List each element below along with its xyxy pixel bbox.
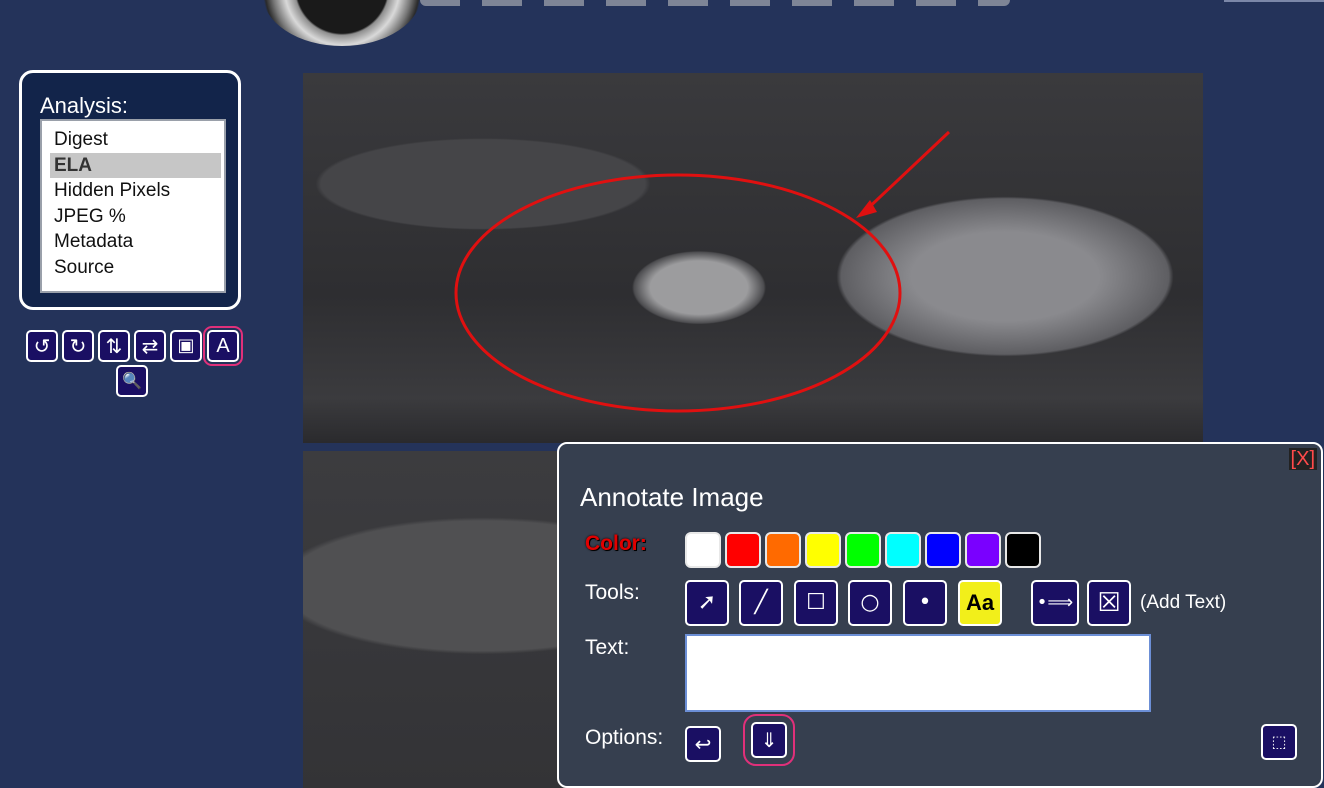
text-tool-button[interactable]: Aa [958, 580, 1002, 626]
dialog-title: Annotate Image [580, 482, 764, 512]
dot-tool-button[interactable]: • [903, 580, 947, 626]
color-swatch-red[interactable] [725, 532, 761, 568]
text-icon: Aa [965, 590, 995, 615]
delete-box-icon: ☒ [1097, 588, 1121, 618]
line-icon: ╱ [754, 590, 768, 615]
analysis-title: Analysis: [40, 93, 129, 118]
arrow-icon: ➚ [697, 590, 717, 615]
color-swatch-yellow[interactable] [805, 532, 841, 568]
flip-vertical-button[interactable]: ⇅ [98, 330, 130, 362]
analysis-item-metadata[interactable]: Metadata [50, 229, 221, 255]
annotation-text-input[interactable] [685, 634, 1151, 712]
add-text-hint: (Add Text) [1140, 592, 1227, 613]
analysis-list[interactable]: Digest ELA Hidden Pixels JPEG % Metadata… [40, 119, 226, 293]
flip-horizontal-icon: ⇄ [141, 334, 159, 358]
delete-tool-button[interactable]: ☒ [1087, 580, 1131, 626]
annotate-dialog: [X] Annotate Image Color: Tools: ➚ ╱ ☐ ○… [557, 442, 1323, 788]
circle-tool-button[interactable]: ○ [848, 580, 892, 626]
dot-icon: • [918, 590, 932, 615]
site-logo [262, 0, 422, 46]
rotate-right-button[interactable]: ↻ [62, 330, 94, 362]
options-label: Options: [585, 726, 664, 749]
annotate-button[interactable]: A [203, 326, 243, 366]
analysis-panel: Analysis: Digest ELA Hidden Pixels JPEG … [19, 70, 241, 310]
color-swatch-blue[interactable] [925, 532, 961, 568]
rectangle-icon: ☐ [806, 590, 826, 615]
analysis-item-source[interactable]: Source [50, 255, 221, 281]
annotation-layer [454, 130, 951, 413]
analysis-item-hidden-pixels[interactable]: Hidden Pixels [50, 178, 221, 204]
color-label: Color: [585, 532, 647, 555]
analysis-item-ela[interactable]: ELA [50, 152, 221, 178]
analyzed-image[interactable] [303, 73, 1203, 443]
magnifier-icon: 🔍 [122, 371, 142, 390]
download-icon: ⇓ [760, 728, 778, 752]
circle-icon: ○ [860, 590, 880, 615]
tools-label: Tools: [585, 581, 640, 604]
color-swatch-orange[interactable] [765, 532, 801, 568]
rotate-left-button[interactable]: ↺ [26, 330, 58, 362]
rotate-left-icon: ↺ [33, 334, 51, 358]
select-region-icon: ⬚ [1271, 732, 1287, 751]
download-button[interactable]: ⇓ [743, 714, 795, 766]
select-region-button[interactable]: ⬚ [1261, 724, 1297, 760]
annotate-icon: A [216, 335, 230, 357]
close-button[interactable]: [X] [1288, 448, 1317, 470]
move-arrow-icon: •⟹ [1036, 592, 1074, 613]
analysis-item-digest[interactable]: Digest [50, 127, 221, 153]
flip-vertical-icon: ⇅ [105, 334, 123, 358]
flip-horizontal-button[interactable]: ⇄ [134, 330, 166, 362]
crop-icon: ▣ [177, 335, 195, 356]
crop-button[interactable]: ▣ [170, 330, 202, 362]
line-tool-button[interactable]: ╱ [739, 580, 783, 626]
color-swatch-white[interactable] [685, 532, 721, 568]
top-divider [1224, 0, 1324, 2]
annotation-arrow [861, 130, 951, 215]
arrow-tool-button[interactable]: ➚ [685, 580, 729, 626]
rotate-right-icon: ↻ [69, 334, 87, 358]
color-swatch-purple[interactable] [965, 532, 1001, 568]
color-swatch-cyan[interactable] [885, 532, 921, 568]
annotation-ellipse [454, 173, 902, 413]
move-tool-button[interactable]: •⟹ [1031, 580, 1079, 626]
undo-icon: ↩ [694, 732, 712, 756]
analysis-item-jpeg[interactable]: JPEG % [50, 204, 221, 230]
text-label: Text: [585, 636, 630, 659]
undo-button[interactable]: ↩ [685, 726, 721, 762]
zoom-button[interactable]: 🔍 [116, 365, 148, 397]
site-logo-wordmark [420, 0, 1010, 6]
color-swatch-black[interactable] [1005, 532, 1041, 568]
rectangle-tool-button[interactable]: ☐ [794, 580, 838, 626]
color-swatch-green[interactable] [845, 532, 881, 568]
